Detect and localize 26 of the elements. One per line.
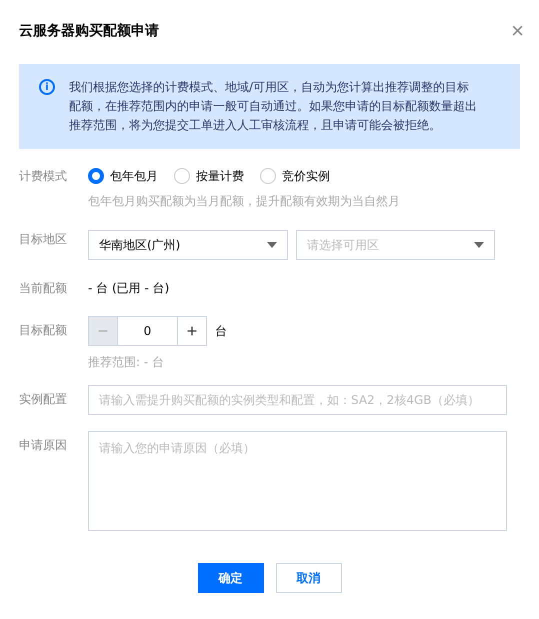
- field-label: 实例配置: [19, 391, 68, 408]
- region-select[interactable]: 华南地区(广州): [88, 230, 288, 260]
- cancel-button[interactable]: 取消: [276, 563, 342, 593]
- radio-option[interactable]: 包年包月: [88, 168, 158, 184]
- field-label: 申请原因: [19, 437, 68, 454]
- quantity-field[interactable]: 0: [118, 316, 177, 346]
- confirm-button[interactable]: 确定: [198, 563, 264, 593]
- unit-text: 台: [215, 323, 227, 340]
- field-label: 当前配额: [19, 280, 68, 297]
- info-text: 我们根据您选择的计费模式、地域/可用区，自动为您计算出推荐调整的目标配额，在推荐范围内的申请一般可自动通过。如果您申请的目标配额数量超出推荐范围，将为您提交工单进入人工审核流程，且申请可能会被拒绝。: [69, 79, 478, 134]
- field-label: 计费模式: [19, 168, 68, 185]
- radio-option[interactable]: 竞价实例: [260, 168, 330, 184]
- field-label: 目标地区: [19, 231, 68, 248]
- info-icon: i: [39, 79, 55, 95]
- plus-button[interactable]: +: [177, 316, 207, 346]
- reason-field[interactable]: 请输入您的申请原因（必填）: [88, 431, 507, 531]
- close-button[interactable]: ×: [511, 21, 524, 41]
- hint-text: 包年包月购买配额为当月配额，提升配额有效期为当自然月: [88, 193, 401, 210]
- caret-icon: [474, 242, 484, 248]
- caret-icon: [267, 242, 277, 248]
- dialog-title: 云服务器购买配额申请: [19, 22, 159, 40]
- instance-config-field[interactable]: 请输入需提升购买配额的实例类型和配置，如：SA2，2核4GB（必填）: [88, 385, 507, 415]
- field-label: 目标配额: [19, 322, 68, 339]
- radio-option[interactable]: 按量计费: [174, 168, 244, 184]
- quota-value: - 台 (已用 - 台): [88, 280, 170, 297]
- hint-text: 推荐范围: - 台: [88, 354, 166, 371]
